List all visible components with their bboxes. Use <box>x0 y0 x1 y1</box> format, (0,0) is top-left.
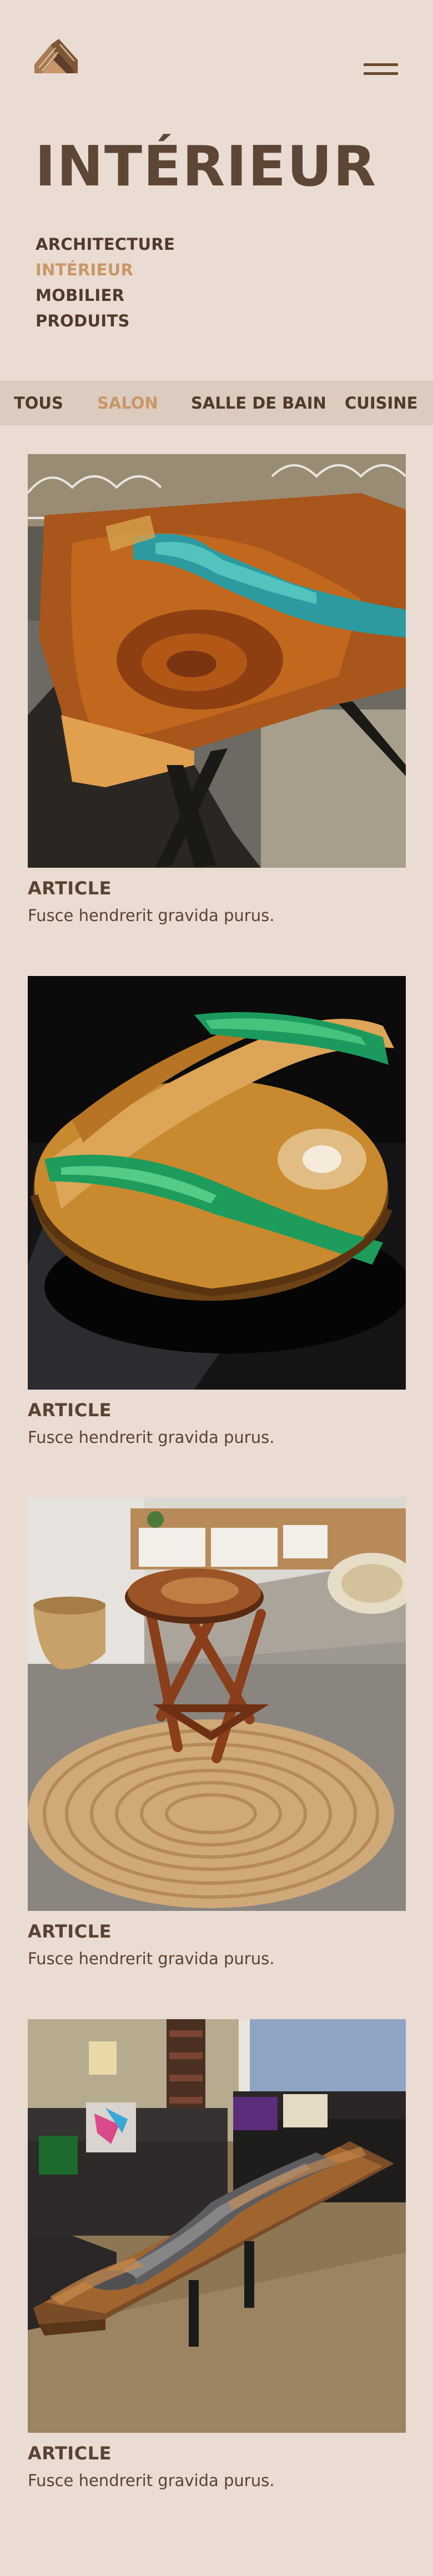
article-title[interactable]: ARTICLE <box>28 1921 112 1942</box>
tab-cuisine[interactable]: CUISINE <box>345 381 417 425</box>
article-title[interactable]: ARTICLE <box>28 2443 112 2464</box>
category-item-produits[interactable]: PRODUITS <box>36 308 175 334</box>
category-menu: ARCHITECTURE INTÉRIEUR MOBILIER PRODUITS <box>36 232 175 334</box>
article-image[interactable] <box>28 2019 406 2433</box>
article-excerpt: Fusce hendrerit gravida purus. <box>28 1949 275 1968</box>
article-image[interactable] <box>28 1497 406 1911</box>
article-excerpt: Fusce hendrerit gravida purus. <box>28 906 275 925</box>
tab-salon[interactable]: SALON <box>97 381 158 425</box>
menu-line <box>364 72 398 75</box>
page-title: INTÉRIEUR <box>35 134 377 199</box>
article-title[interactable]: ARTICLE <box>28 1400 112 1421</box>
category-item-architecture[interactable]: ARCHITECTURE <box>36 232 175 257</box>
category-item-interieur[interactable]: INTÉRIEUR <box>36 257 175 283</box>
logo-icon[interactable] <box>34 39 78 83</box>
article-image[interactable] <box>28 976 406 1390</box>
category-item-mobilier[interactable]: MOBILIER <box>36 283 175 308</box>
room-tabs: TOUS SALON SALLE DE BAIN CUISINE <box>0 381 433 425</box>
menu-line <box>364 63 398 66</box>
site-header: INTÉRIEUR ARCHITECTURE INTÉRIEUR MOBILIE… <box>0 0 433 381</box>
tab-tous[interactable]: TOUS <box>14 381 63 425</box>
article-image[interactable] <box>28 454 406 868</box>
article-excerpt: Fusce hendrerit gravida purus. <box>28 2471 275 2490</box>
article-excerpt: Fusce hendrerit gravida purus. <box>28 1428 275 1447</box>
tab-salle-de-bain[interactable]: SALLE DE BAIN <box>191 381 326 425</box>
article-title[interactable]: ARTICLE <box>28 878 112 899</box>
hamburger-menu-icon[interactable] <box>364 63 398 76</box>
